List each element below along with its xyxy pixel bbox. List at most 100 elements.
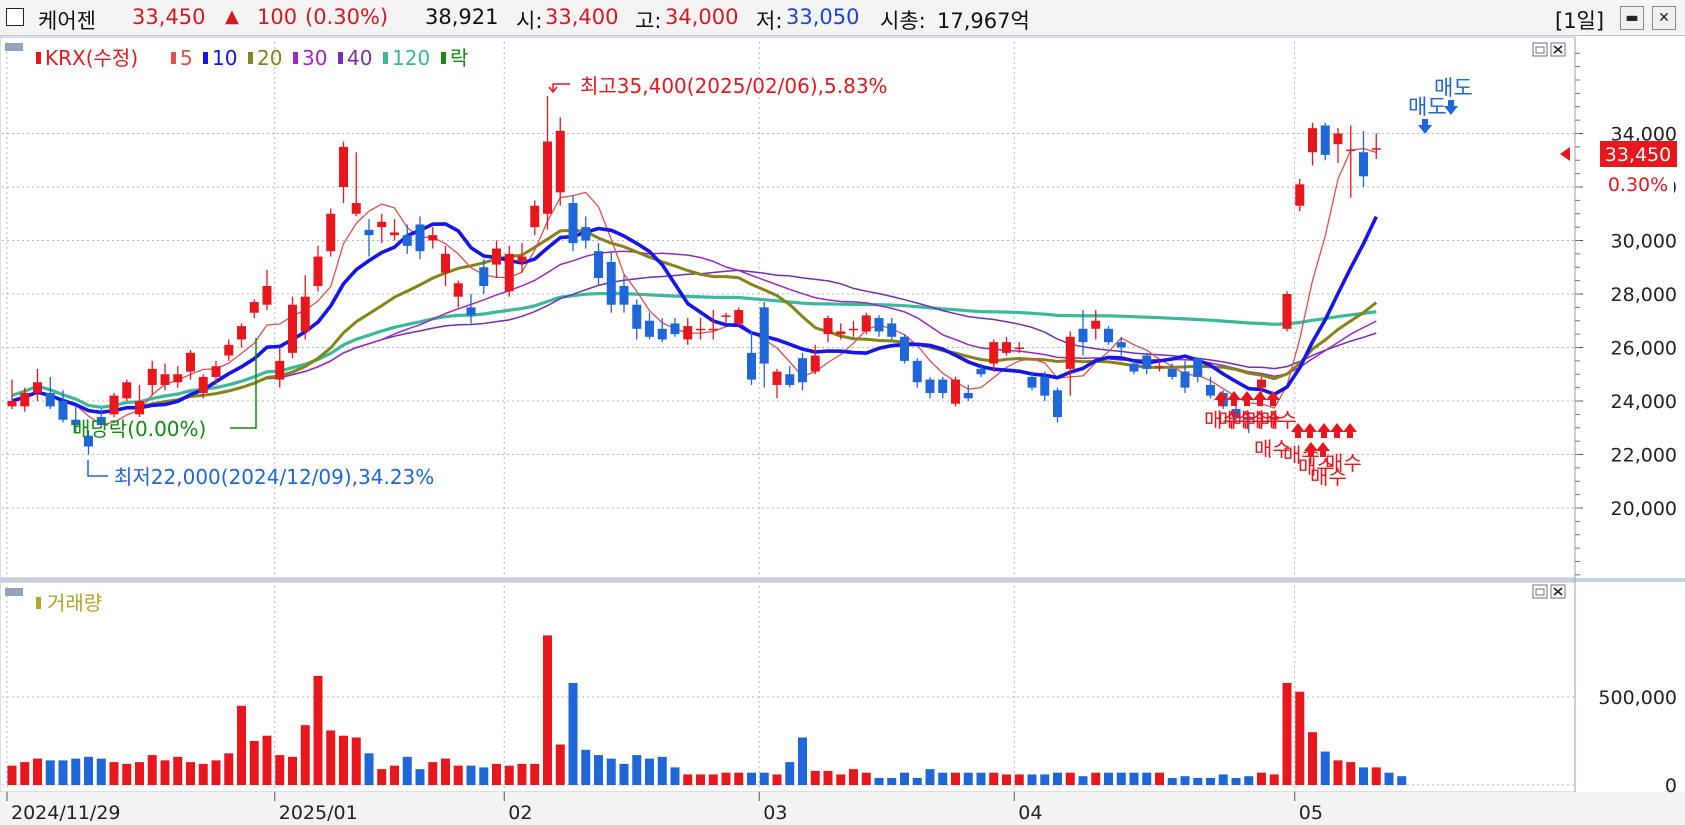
candle-body (989, 342, 999, 364)
candle-body (211, 366, 221, 377)
volume-bar (836, 774, 846, 785)
candle-body (415, 224, 425, 252)
volume-bar (122, 763, 132, 785)
candle-body (351, 203, 361, 214)
panel-menu-icon[interactable] (5, 43, 23, 51)
volume-panel-close-icon[interactable] (1550, 584, 1566, 599)
volume-bar (1027, 774, 1037, 785)
volume-bar (632, 755, 642, 785)
volume-bar (1397, 776, 1407, 785)
volume-bar (683, 774, 693, 785)
candle-body (900, 336, 909, 361)
candle-body (7, 401, 17, 407)
volume-bar (211, 760, 221, 785)
low-annotation: 최저22,000(2024/12/09),34.23% (87, 460, 434, 489)
volume-bar (1231, 777, 1241, 785)
volume-bar (109, 762, 119, 785)
candle-body (109, 395, 119, 415)
candle-body (173, 374, 183, 383)
candle-body (249, 302, 259, 313)
sell-signal-label: 매도 (1434, 76, 1473, 100)
candle-body (1040, 376, 1050, 396)
candle-body (1078, 328, 1088, 343)
volume-bar (1180, 776, 1190, 785)
legend-label: 120 (392, 46, 430, 70)
candle-body (20, 392, 30, 407)
legend-swatch (383, 52, 388, 64)
legend-swatch (203, 52, 208, 64)
volume-legend-label: 거래량 (47, 591, 102, 615)
panel-close-icon[interactable] (1550, 42, 1566, 57)
price-panel (0, 36, 1576, 579)
candle-body (849, 328, 858, 331)
candle-body (861, 315, 871, 332)
candle-body (747, 352, 756, 380)
volume-bar (963, 772, 973, 785)
volume-panel-maximize-icon[interactable] (1532, 584, 1548, 599)
candle-body (147, 368, 157, 385)
candle-body (300, 296, 310, 332)
candle-body (160, 374, 170, 385)
volume-bar (377, 769, 387, 785)
volume-bar (619, 763, 629, 785)
volume-tick-label: 500,000 (1598, 687, 1677, 709)
volume-panel-menu-icon[interactable] (5, 588, 23, 596)
volume-bar (415, 769, 425, 785)
candle-body (874, 318, 884, 332)
volume-bar (1053, 772, 1062, 785)
volume-bar (288, 756, 297, 785)
panel-splitter[interactable] (0, 578, 1685, 582)
volume-bar (351, 737, 361, 785)
volume-bar (1129, 772, 1139, 785)
candle-body (581, 227, 591, 241)
volume-bar (1091, 772, 1101, 785)
legend-swatch (293, 52, 298, 64)
candle-body (326, 213, 336, 252)
volume-bar (657, 756, 667, 785)
volume-bar (20, 762, 30, 785)
volume-bar (861, 772, 871, 785)
candle-body (45, 392, 55, 407)
volume-bar (581, 749, 591, 785)
volume-bar (606, 758, 616, 785)
candle-body (823, 318, 833, 335)
candle-body (759, 307, 769, 364)
date-tick-label: 2025/01 (279, 802, 358, 824)
current-price-tag: 33,450 0.30% (1560, 141, 1677, 196)
panel-maximize-icon[interactable] (1532, 42, 1548, 57)
candle-body (390, 232, 399, 236)
volume-bar (696, 774, 705, 785)
candle-body (517, 256, 527, 262)
volume-bar (1295, 691, 1305, 785)
candle-body (963, 392, 973, 399)
candle-body (1308, 128, 1317, 153)
volume-bar (1167, 777, 1177, 785)
candle-body (288, 304, 297, 353)
volume-bar (147, 755, 157, 785)
legend-swatch (171, 52, 176, 64)
volume-bar (1308, 732, 1317, 785)
candle-body (912, 360, 922, 383)
candle-body (1065, 336, 1075, 369)
volume-bar (186, 762, 195, 785)
volume-bar (1104, 772, 1113, 785)
candle-body (683, 326, 693, 340)
volume-bar (1282, 682, 1292, 785)
date-tick-label: 05 (1299, 802, 1323, 824)
volume-bar (1065, 772, 1075, 785)
volume-bar (402, 756, 412, 785)
candle-body (696, 328, 705, 331)
candle-body (58, 401, 68, 420)
volume-bar (135, 762, 144, 785)
current-price-tag-text: 33,450 (1605, 144, 1671, 166)
candle-body (568, 203, 578, 244)
price-tick-label: 24,000 (1611, 391, 1677, 413)
candle-body (619, 285, 629, 305)
candle-body (1014, 347, 1024, 349)
candle-body (645, 320, 654, 337)
candle-body (785, 374, 795, 385)
legend-label: KRX(수정) (45, 46, 138, 70)
volume-bar (96, 758, 106, 785)
candle-body (836, 331, 846, 335)
volume-bar (823, 770, 833, 785)
